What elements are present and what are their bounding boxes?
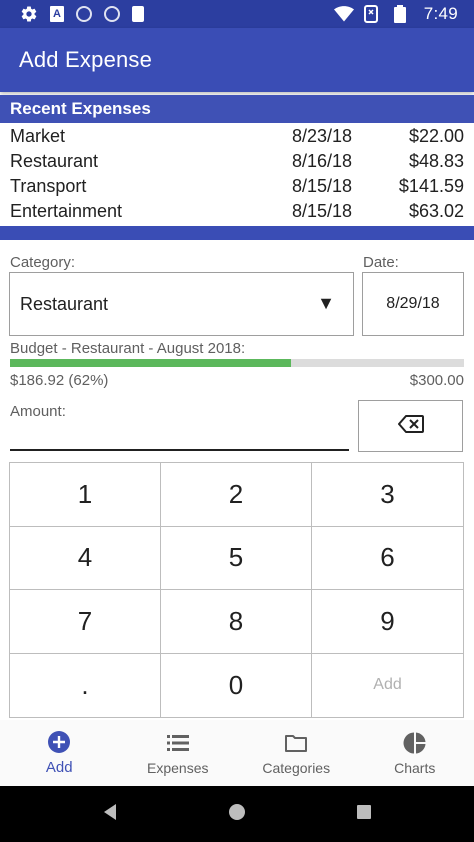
category-value: Restaurant [20,293,109,314]
status-bar: A 7:49 [0,0,474,28]
expense-name: Transport [10,176,87,196]
nav-item-charts[interactable]: Charts [356,720,474,786]
bottom-navigation: Add Expenses Categories Charts [0,720,474,786]
date-picker[interactable]: 8/29/18 [362,272,464,336]
no-sim-icon [363,5,382,23]
budget-progress-bar [10,359,464,367]
expense-amount: $63.02 [408,201,464,221]
key-6[interactable]: 6 [312,527,463,590]
sd-card-icon [132,6,144,22]
key-0[interactable]: 0 [161,653,312,717]
budget-total: $300.00 [409,372,464,389]
expense-amount: $48.83 [408,151,464,171]
system-navigation-bar [0,786,474,842]
home-icon[interactable] [228,803,246,826]
expense-date: 8/16/18 [291,151,352,171]
expense-date: 8/15/18 [291,176,352,196]
status-right-icons: 7:49 [333,4,474,24]
list-item[interactable]: Entertainment 8/15/18 $63.02 [0,199,474,224]
budget-label: Budget - Restaurant - August 2018: [10,340,246,357]
budget-spent: $186.92 (62%) [10,372,109,389]
category-select[interactable]: Restaurant ▼ [9,272,354,336]
nav-item-categories[interactable]: Categories [237,720,356,786]
recent-expenses-header: Recent Expenses [0,95,474,123]
nav-item-add[interactable]: Add [0,720,119,786]
folder-icon [284,731,308,755]
category-label: Category: [10,254,76,271]
pie-chart-icon [403,731,427,755]
key-3[interactable]: 3 [312,463,463,527]
key-9[interactable]: 9 [312,590,463,654]
expense-date: 8/23/18 [291,126,352,146]
expense-date: 8/15/18 [291,201,352,221]
dropdown-arrow-icon: ▼ [317,293,335,313]
nav-label-expenses: Expenses [147,759,209,776]
list-item[interactable]: Market 8/23/18 $22.00 [0,124,474,149]
page-title: Add Expense [19,47,153,72]
nav-label-add: Add [45,759,73,776]
backspace-button[interactable] [358,400,463,452]
expense-name: Restaurant [10,151,99,171]
key-1[interactable]: 1 [10,463,161,527]
nav-item-expenses[interactable]: Expenses [119,720,238,786]
divider [0,226,474,240]
status-left-icons: A [0,5,144,23]
list-item[interactable]: Restaurant 8/16/18 $48.83 [0,149,474,174]
list-item[interactable]: Transport 8/15/18 $141.59 [0,174,474,199]
nav-label-charts: Charts [394,759,436,776]
wifi-icon [333,5,354,23]
gear-icon [20,5,38,23]
add-circle-icon [47,730,71,754]
key-7[interactable]: 7 [10,590,161,654]
key-5[interactable]: 5 [161,526,312,590]
amount-label: Amount: [10,403,66,420]
key-4[interactable]: 4 [10,526,161,590]
expense-name: Entertainment [10,201,123,221]
a-icon: A [50,6,64,22]
add-button[interactable]: Add [312,654,463,718]
key-8[interactable]: 8 [161,590,312,654]
date-value: 8/29/18 [386,295,440,312]
list-icon [166,731,190,755]
numeric-keypad: 1 2 3 4 5 6 7 8 9 . 0 Add [9,462,464,718]
nav-label-categories: Categories [262,759,331,776]
circle-icon [104,6,120,22]
recents-icon[interactable] [356,804,372,825]
date-label: Date: [363,254,399,271]
back-icon[interactable] [102,803,118,826]
budget-progress-fill [10,359,292,367]
expense-name: Market [10,126,66,146]
status-time: 7:49 [423,4,458,23]
battery-icon [393,5,412,23]
key-decimal[interactable]: . [10,653,161,717]
expense-amount: $141.59 [398,176,464,196]
key-2[interactable]: 2 [161,463,312,527]
recent-expenses-list: Market 8/23/18 $22.00 Restaurant 8/16/18… [0,124,474,224]
expense-amount: $22.00 [408,126,464,146]
backspace-icon [397,414,424,438]
amount-field-underline [10,449,349,451]
circle-icon [76,6,92,22]
app-bar: Add Expense [0,28,474,92]
